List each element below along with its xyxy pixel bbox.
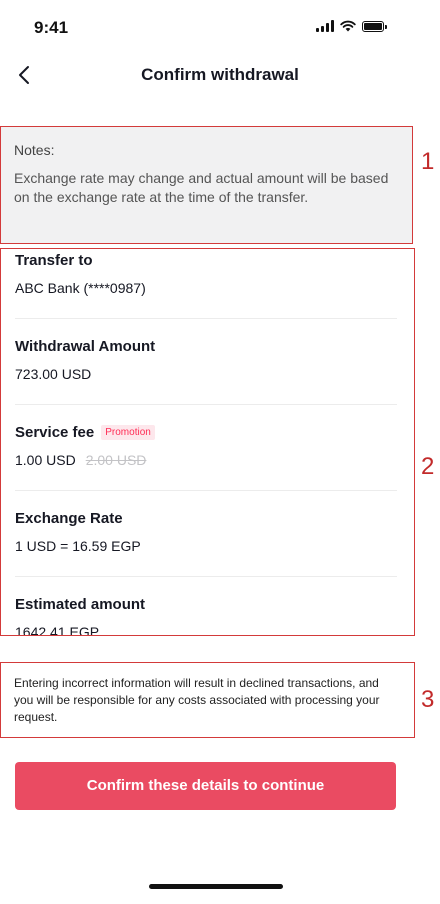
annotation-box-2 — [0, 248, 415, 636]
annotation-label-3: 3 — [421, 686, 435, 713]
annotation-label-1: 1 — [421, 148, 435, 175]
home-indicator — [149, 884, 283, 889]
status-time: 9:41 — [34, 18, 69, 37]
annotation-box-3 — [0, 662, 415, 738]
annotation-label-2: 2 — [421, 453, 435, 480]
annotation-box-1 — [0, 126, 413, 244]
page-title: Confirm withdrawal — [141, 65, 299, 84]
cellular-signal-icon — [316, 20, 334, 32]
nav-bar: Confirm withdrawal — [0, 50, 440, 100]
wifi-icon — [340, 20, 356, 32]
confirm-button[interactable]: Confirm these details to continue — [15, 762, 396, 810]
status-icons — [316, 20, 387, 32]
status-bar: 9:41 — [0, 0, 440, 50]
battery-icon — [362, 20, 387, 32]
